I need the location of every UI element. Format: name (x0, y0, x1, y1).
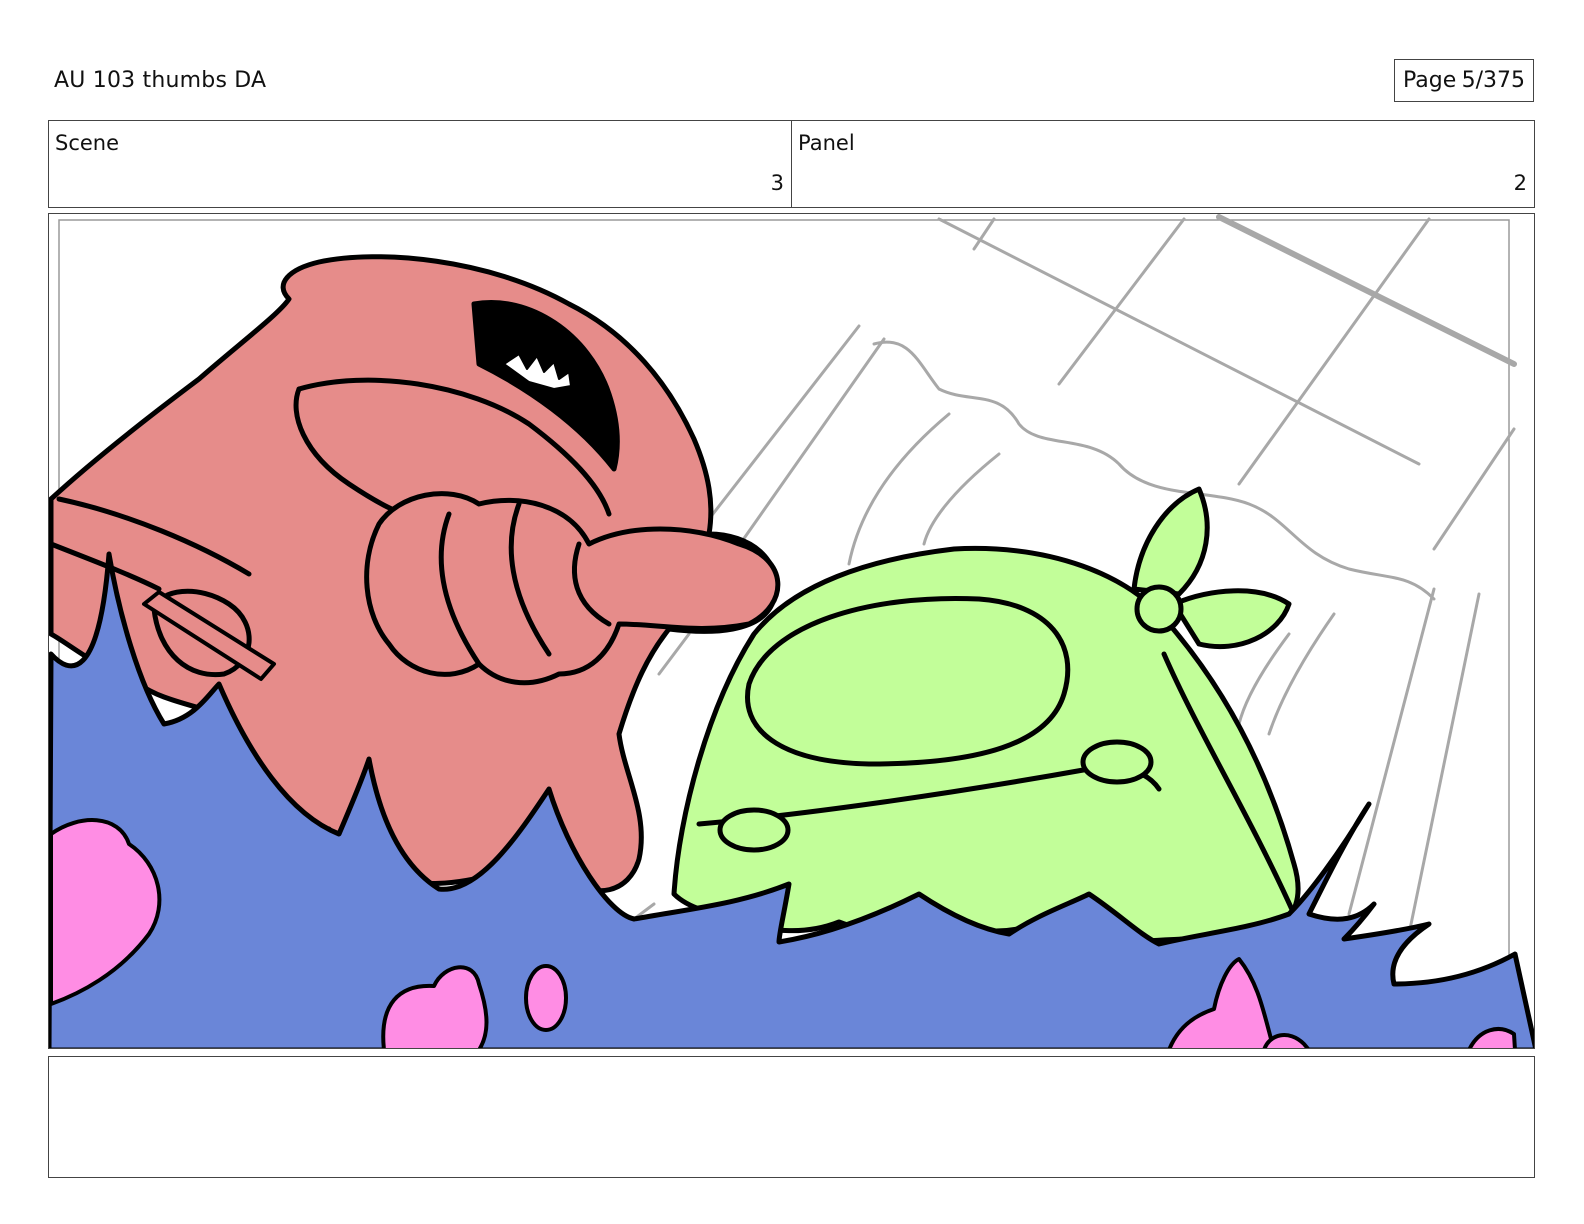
page-label: Page (1403, 68, 1457, 93)
scene-label: Scene (55, 131, 120, 155)
scene-panel-info-row: Scene 3 Panel 2 (48, 120, 1535, 208)
storyboard-drawing (49, 214, 1534, 1048)
green-character-bow-knot (1134, 584, 1184, 634)
page-indicator: Page 5/375 (1394, 59, 1534, 102)
green-character-eye-left (717, 807, 791, 853)
panel-label: Panel (798, 131, 855, 155)
green-character-eye-right (1080, 739, 1154, 785)
heart-shape (524, 964, 568, 1032)
panel-notes-box (48, 1056, 1535, 1178)
storyboard-panel-frame (48, 213, 1535, 1049)
green-character-bow-top (1131, 486, 1210, 597)
panel-number: 2 (1513, 171, 1527, 195)
scene-number: 3 (770, 171, 784, 195)
page-number: 5/375 (1461, 68, 1525, 93)
pink-character-hand (364, 491, 781, 686)
document-title: AU 103 thumbs DA (54, 68, 267, 93)
panel-cell: Panel 2 (791, 121, 1534, 207)
green-character-bow-side (1171, 588, 1292, 650)
scene-cell: Scene 3 (49, 121, 791, 207)
